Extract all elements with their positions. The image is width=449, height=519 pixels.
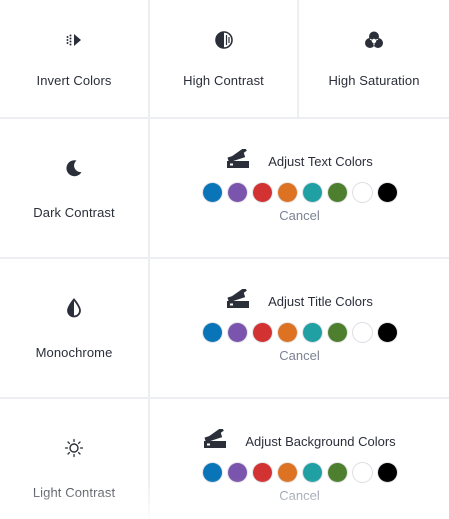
background-color-swatches bbox=[202, 463, 397, 482]
swatch-teal[interactable] bbox=[302, 463, 322, 482]
text-color-swatches bbox=[202, 183, 397, 202]
light-contrast-tile[interactable]: Light Contrast bbox=[0, 397, 150, 519]
invert-colors-tile[interactable]: Invert Colors bbox=[0, 0, 150, 119]
text-colors-cancel-button[interactable]: Cancel bbox=[279, 208, 319, 223]
adjust-text-colors-header: Adjust Text Colors bbox=[226, 146, 373, 174]
color-swatch-icon bbox=[203, 426, 227, 454]
swatch-orange[interactable] bbox=[277, 183, 297, 202]
sun-icon bbox=[64, 437, 84, 459]
swatch-purple[interactable] bbox=[227, 463, 247, 482]
swatch-white[interactable] bbox=[352, 463, 372, 482]
adjust-title-colors-header: Adjust Title Colors bbox=[226, 286, 373, 314]
adjust-title-colors-panel: Adjust Title Colors Cancel bbox=[148, 257, 449, 399]
swatch-blue[interactable] bbox=[202, 183, 222, 202]
swatch-black[interactable] bbox=[377, 463, 397, 482]
color-swatch-icon bbox=[226, 146, 250, 174]
high-saturation-label: High Saturation bbox=[328, 73, 420, 88]
high-contrast-tile[interactable]: High Contrast bbox=[148, 0, 299, 119]
swatch-red[interactable] bbox=[252, 463, 272, 482]
dark-contrast-tile[interactable]: Dark Contrast bbox=[0, 117, 150, 259]
monochrome-label: Monochrome bbox=[35, 344, 113, 360]
swatch-blue[interactable] bbox=[202, 463, 222, 482]
swatch-white[interactable] bbox=[352, 183, 372, 202]
accessibility-color-grid: Invert Colors High Contrast High Saturat bbox=[0, 0, 449, 519]
swatch-purple[interactable] bbox=[227, 183, 247, 202]
title-color-swatches bbox=[202, 323, 397, 342]
swatch-orange[interactable] bbox=[277, 323, 297, 342]
swatch-green[interactable] bbox=[327, 323, 347, 342]
title-colors-cancel-button[interactable]: Cancel bbox=[279, 348, 319, 363]
adjust-background-colors-panel: Adjust Background Colors Cancel bbox=[148, 397, 449, 519]
adjust-background-colors-header: Adjust Background Colors bbox=[203, 426, 396, 454]
monochrome-tile[interactable]: Monochrome bbox=[0, 257, 150, 399]
invert-colors-icon bbox=[65, 29, 83, 51]
adjust-text-colors-panel: Adjust Text Colors Cancel bbox=[148, 117, 449, 259]
swatch-purple[interactable] bbox=[227, 323, 247, 342]
swatch-blue[interactable] bbox=[202, 323, 222, 342]
high-contrast-label: High Contrast bbox=[183, 73, 264, 88]
high-contrast-icon bbox=[214, 29, 234, 51]
adjust-background-colors-title: Adjust Background Colors bbox=[245, 433, 396, 449]
swatch-green[interactable] bbox=[327, 183, 347, 202]
light-contrast-label: Light Contrast bbox=[32, 484, 116, 500]
droplet-icon bbox=[66, 297, 82, 319]
background-colors-cancel-button[interactable]: Cancel bbox=[279, 488, 319, 503]
swatch-red[interactable] bbox=[252, 323, 272, 342]
swatch-teal[interactable] bbox=[302, 183, 322, 202]
swatch-orange[interactable] bbox=[277, 463, 297, 482]
moon-icon bbox=[64, 157, 84, 179]
color-swatch-icon bbox=[226, 286, 250, 314]
swatch-white[interactable] bbox=[352, 323, 372, 342]
adjust-text-colors-title: Adjust Text Colors bbox=[268, 153, 373, 169]
adjust-title-colors-title: Adjust Title Colors bbox=[268, 293, 373, 309]
dark-contrast-label: Dark Contrast bbox=[33, 204, 115, 220]
invert-colors-label: Invert Colors bbox=[36, 73, 112, 88]
high-saturation-tile[interactable]: High Saturation bbox=[297, 0, 449, 119]
swatch-black[interactable] bbox=[377, 323, 397, 342]
swatch-black[interactable] bbox=[377, 183, 397, 202]
swatch-teal[interactable] bbox=[302, 323, 322, 342]
high-saturation-icon bbox=[364, 29, 384, 51]
swatch-red[interactable] bbox=[252, 183, 272, 202]
swatch-green[interactable] bbox=[327, 463, 347, 482]
